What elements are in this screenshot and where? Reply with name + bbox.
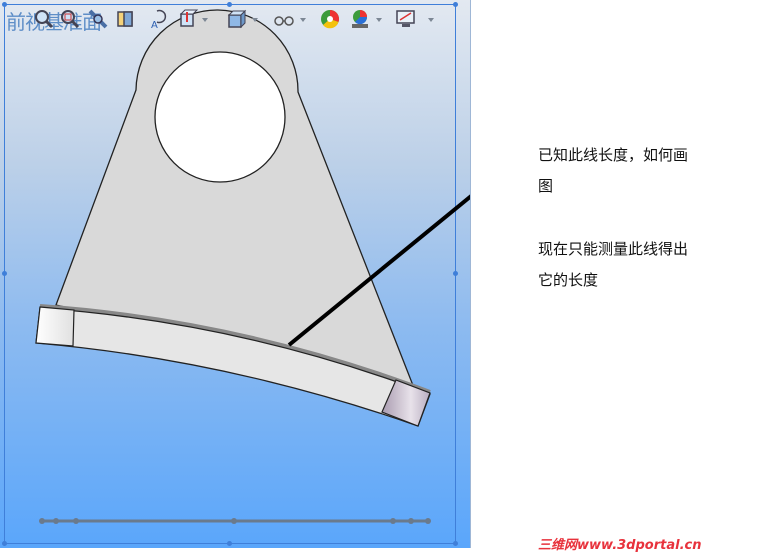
display-style-button[interactable]	[222, 5, 250, 33]
rotate-view-button[interactable]	[84, 5, 112, 33]
dimension-point	[39, 518, 45, 524]
flange-left-end	[35, 306, 75, 347]
hide-show-items-button[interactable]	[270, 5, 298, 33]
dimension-point	[53, 518, 59, 524]
annotation-question: 已知此线长度，如何画 图	[538, 140, 738, 202]
edit-appearance-icon	[321, 9, 340, 29]
display-style-dropdown-arrow[interactable]	[252, 18, 258, 22]
view-orientation-icon	[179, 9, 199, 27]
heads-up-view-toolbar: A	[30, 5, 450, 33]
zoom-area-icon	[61, 10, 80, 29]
section-view-button[interactable]	[112, 5, 140, 33]
dimension-point	[73, 518, 79, 524]
annotation-line: 图	[538, 177, 554, 195]
site-watermark: 三维网www.3dportal.cn	[538, 538, 702, 553]
apply-scene-button[interactable]	[346, 5, 374, 33]
annotation-line: 已知此线长度，如何画	[538, 146, 689, 164]
dynamic-annotation-button[interactable]: A	[146, 5, 174, 33]
dimension-point	[408, 518, 414, 524]
dynamic-annotation-icon: A	[151, 9, 167, 30]
hide-show-dropdown-arrow[interactable]	[300, 18, 306, 22]
dimension-point	[390, 518, 396, 524]
display-style-icon	[227, 9, 247, 29]
svg-text:A: A	[151, 20, 158, 30]
rotate-view-icon	[88, 9, 108, 29]
dimension-point	[425, 518, 431, 524]
view-settings-icon	[396, 10, 415, 27]
annotation-comment: 现在只能测量此线得出 它的长度	[538, 234, 738, 296]
zoom-to-fit-icon	[35, 10, 54, 29]
edit-appearance-button[interactable]	[316, 5, 344, 33]
zoom-to-fit-button[interactable]	[30, 5, 58, 33]
annotation-line: 它的长度	[538, 271, 599, 289]
view-settings-dropdown-arrow[interactable]	[428, 18, 434, 22]
apply-scene-icon	[352, 10, 368, 28]
dimension-point	[231, 518, 237, 524]
view-orientation-button[interactable]	[174, 5, 202, 33]
annotation-line: 现在只能测量此线得出	[538, 240, 689, 258]
view-orientation-dropdown-arrow[interactable]	[202, 18, 208, 22]
graphics-area[interactable]: 前视基准面 A	[0, 0, 471, 548]
hide-show-items-icon	[274, 16, 294, 26]
part-drawing	[35, 9, 470, 524]
apply-scene-dropdown-arrow[interactable]	[376, 18, 382, 22]
view-settings-button[interactable]	[392, 5, 420, 33]
section-view-icon	[117, 11, 133, 27]
zoom-area-button[interactable]	[56, 5, 84, 33]
mounting-hole	[154, 51, 286, 183]
